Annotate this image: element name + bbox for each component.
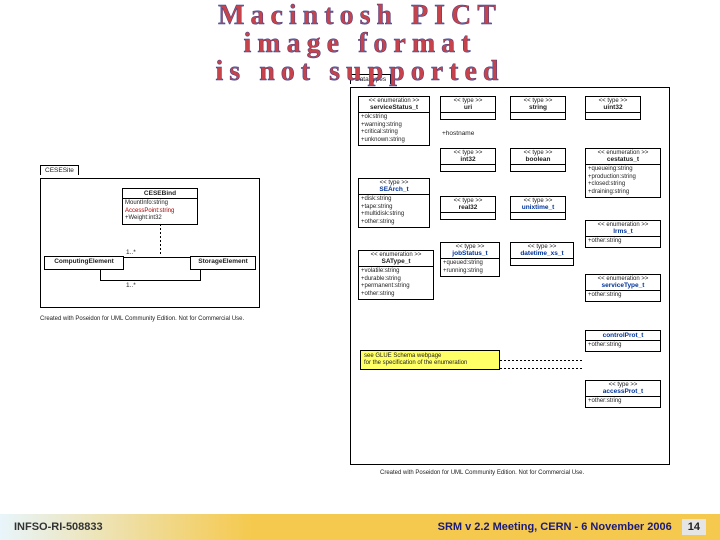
serviceStatus-attrs: +ok:string +warning:string +critical:str… [359, 113, 429, 145]
search-class: << type >> SEArch_t +disk:string +tape:s… [358, 178, 430, 228]
cesebind-class: CESEBind MountInfo:string AccessPoint:st… [122, 188, 198, 225]
se-label: StorageElement [191, 257, 255, 266]
cestatus-class: << enumeration >> cestatus_t +queueing:s… [585, 148, 661, 198]
int32-type: << type >> int32 [440, 148, 496, 172]
edge-ce-se-top [124, 257, 190, 258]
uint32-type: << type >> uint32 [585, 96, 641, 120]
footer-meeting-title: SRM v 2.2 Meeting, CERN - 6 November 200… [438, 521, 672, 533]
glue-schema-note: see GLUE Schema webpage for the specific… [360, 350, 500, 370]
overlay-line2: image format [0, 30, 720, 58]
edge-bind-dash [160, 224, 161, 256]
datatypes-package-tab: DataTypes [350, 74, 391, 84]
cesebind-name: CESEBind [123, 189, 197, 199]
cesebind-attrs: MountInfo:string AccessPoint:string +Wei… [123, 199, 197, 224]
unixtime-type: << type >> unixtime_t [510, 196, 566, 220]
string-type: << type >> string [510, 96, 566, 120]
datatypes-package-label: DataTypes [355, 76, 386, 83]
footer-page-number: 14 [682, 519, 706, 535]
footer-bar: INFSO-RI-508833 SRM v 2.2 Meeting, CERN … [0, 514, 720, 540]
accessprot-class: << type >> accessProt_t +other:string [585, 380, 661, 408]
boolean-type: << type >> boolean [510, 148, 566, 172]
note-dash1 [500, 360, 584, 361]
storage-element-class: StorageElement [190, 256, 256, 270]
overlay-line1: Macintosh PICT [0, 2, 720, 30]
edge-bot-horiz [100, 280, 200, 281]
credit-left: Created with Poseidon for UML Community … [40, 316, 244, 322]
real32-type: << type >> real32 [440, 196, 496, 220]
credit-right: Created with Poseidon for UML Community … [380, 470, 584, 476]
ce-label: ComputingElement [45, 257, 123, 266]
computing-element-class: ComputingElement [44, 256, 124, 270]
mult-top: 1..* [126, 249, 136, 256]
site-package-tab: CESESite [40, 165, 79, 175]
satype-class: << enumeration >> SAType_t +volatile:str… [358, 250, 434, 300]
controlprot-class: controlProt_t +other:string [585, 330, 661, 352]
hostname-attr: +hostname [442, 130, 474, 137]
lrms-class: << enumeration >> lrms_t +other:string [585, 220, 661, 248]
edge-se-down [200, 270, 201, 281]
site-package-label: CESESite [45, 167, 74, 174]
footer-doc-id: INFSO-RI-508833 [14, 521, 103, 533]
jobstatus-type: << type >> jobStatus_t +queued:string +r… [440, 242, 500, 277]
note-dash2 [500, 368, 584, 369]
mult-bottom: 1..* [126, 282, 136, 289]
uml-diagram: CESESite CESEBind MountInfo:string Acces… [40, 60, 680, 500]
datetime-type: << type >> datetime_xs_t [510, 242, 574, 266]
uri-type: << type >> uri [440, 96, 496, 120]
serviceStatus-class: << enumeration >> serviceStatus_t +ok:st… [358, 96, 430, 146]
servicetype-class: << enumeration >> serviceType_t +other:s… [585, 274, 661, 302]
serviceStatus-hdr: << enumeration >> serviceStatus_t [359, 97, 429, 113]
